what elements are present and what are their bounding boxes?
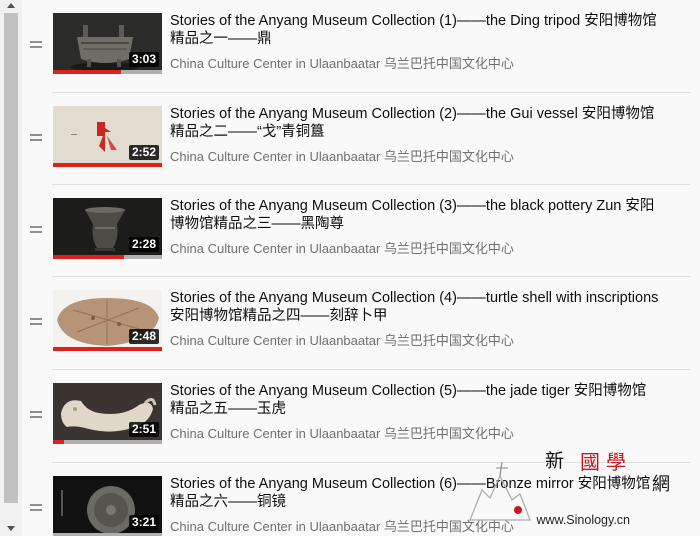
channel-name[interactable]: China Culture Center in Ulaanbaatar 乌兰巴托… xyxy=(170,241,514,257)
watch-progress-bar xyxy=(53,163,162,167)
duration-badge: 2:52 xyxy=(128,145,159,160)
channel-name[interactable]: China Culture Center in Ulaanbaatar 乌兰巴托… xyxy=(170,333,514,349)
playlist-item[interactable]: 3:03 Stories of the Anyang Museum Collec… xyxy=(22,0,700,92)
duration-badge: 2:28 xyxy=(128,237,159,252)
video-title[interactable]: Stories of the Anyang Museum Collection … xyxy=(170,12,660,48)
video-title[interactable]: Stories of the Anyang Museum Collection … xyxy=(170,382,660,418)
sinology-watermark: 新 國學 網 www.Sinology.cn xyxy=(460,446,700,536)
playlist-item[interactable]: 2:28 Stories of the Anyang Museum Collec… xyxy=(22,184,700,277)
playlist-item[interactable]: 2:52 Stories of the Anyang Museum Collec… xyxy=(22,92,700,185)
duration-badge: 2:48 xyxy=(128,329,159,344)
scroll-up-arrow-icon[interactable] xyxy=(7,3,15,8)
watch-progress-fill xyxy=(53,347,162,351)
watermark-url: www.Sinology.cn xyxy=(536,513,630,527)
scrollbar-thumb[interactable] xyxy=(4,13,18,503)
drag-handle-icon[interactable] xyxy=(30,504,42,514)
watermark-char-guoxue: 國學 xyxy=(580,450,632,474)
watch-progress-bar xyxy=(53,440,162,444)
video-title[interactable]: Stories of the Anyang Museum Collection … xyxy=(170,289,660,325)
video-thumbnail[interactable]: 2:51 xyxy=(53,383,162,444)
watch-progress-fill xyxy=(53,255,124,259)
scrollbar[interactable] xyxy=(0,0,22,536)
watch-progress-bar xyxy=(53,255,162,259)
watermark-char-wang: 網 xyxy=(652,474,670,495)
video-thumbnail[interactable]: 3:21 xyxy=(53,476,162,536)
playlist-item[interactable]: 2:48 Stories of the Anyang Museum Collec… xyxy=(22,276,700,369)
duration-badge: 2:51 xyxy=(128,422,159,437)
drag-handle-icon[interactable] xyxy=(30,41,42,51)
watch-progress-bar xyxy=(53,347,162,351)
watch-progress-fill xyxy=(53,163,162,167)
drag-handle-icon[interactable] xyxy=(30,226,42,236)
scroll-down-arrow-icon[interactable] xyxy=(7,526,15,531)
drag-handle-icon[interactable] xyxy=(30,411,42,421)
channel-name[interactable]: China Culture Center in Ulaanbaatar 乌兰巴托… xyxy=(170,149,514,165)
watch-progress-fill xyxy=(53,440,64,444)
watch-progress-fill xyxy=(53,70,121,74)
watch-progress-bar xyxy=(53,70,162,74)
duration-badge: 3:21 xyxy=(128,515,159,530)
video-thumbnail[interactable]: 2:28 xyxy=(53,198,162,259)
drag-handle-icon[interactable] xyxy=(30,134,42,144)
video-title[interactable]: Stories of the Anyang Museum Collection … xyxy=(170,105,660,141)
playlist: 3:03 Stories of the Anyang Museum Collec… xyxy=(22,0,700,536)
drag-handle-icon[interactable] xyxy=(30,318,42,328)
watermark-char-new: 新 xyxy=(545,450,565,472)
duration-badge: 3:03 xyxy=(128,52,159,67)
channel-name[interactable]: China Culture Center in Ulaanbaatar 乌兰巴托… xyxy=(170,426,514,442)
video-title[interactable]: Stories of the Anyang Museum Collection … xyxy=(170,197,660,233)
video-thumbnail[interactable]: 2:52 xyxy=(53,106,162,167)
channel-name[interactable]: China Culture Center in Ulaanbaatar 乌兰巴托… xyxy=(170,56,514,72)
video-thumbnail[interactable]: 2:48 xyxy=(53,290,162,351)
video-thumbnail[interactable]: 3:03 xyxy=(53,13,162,74)
